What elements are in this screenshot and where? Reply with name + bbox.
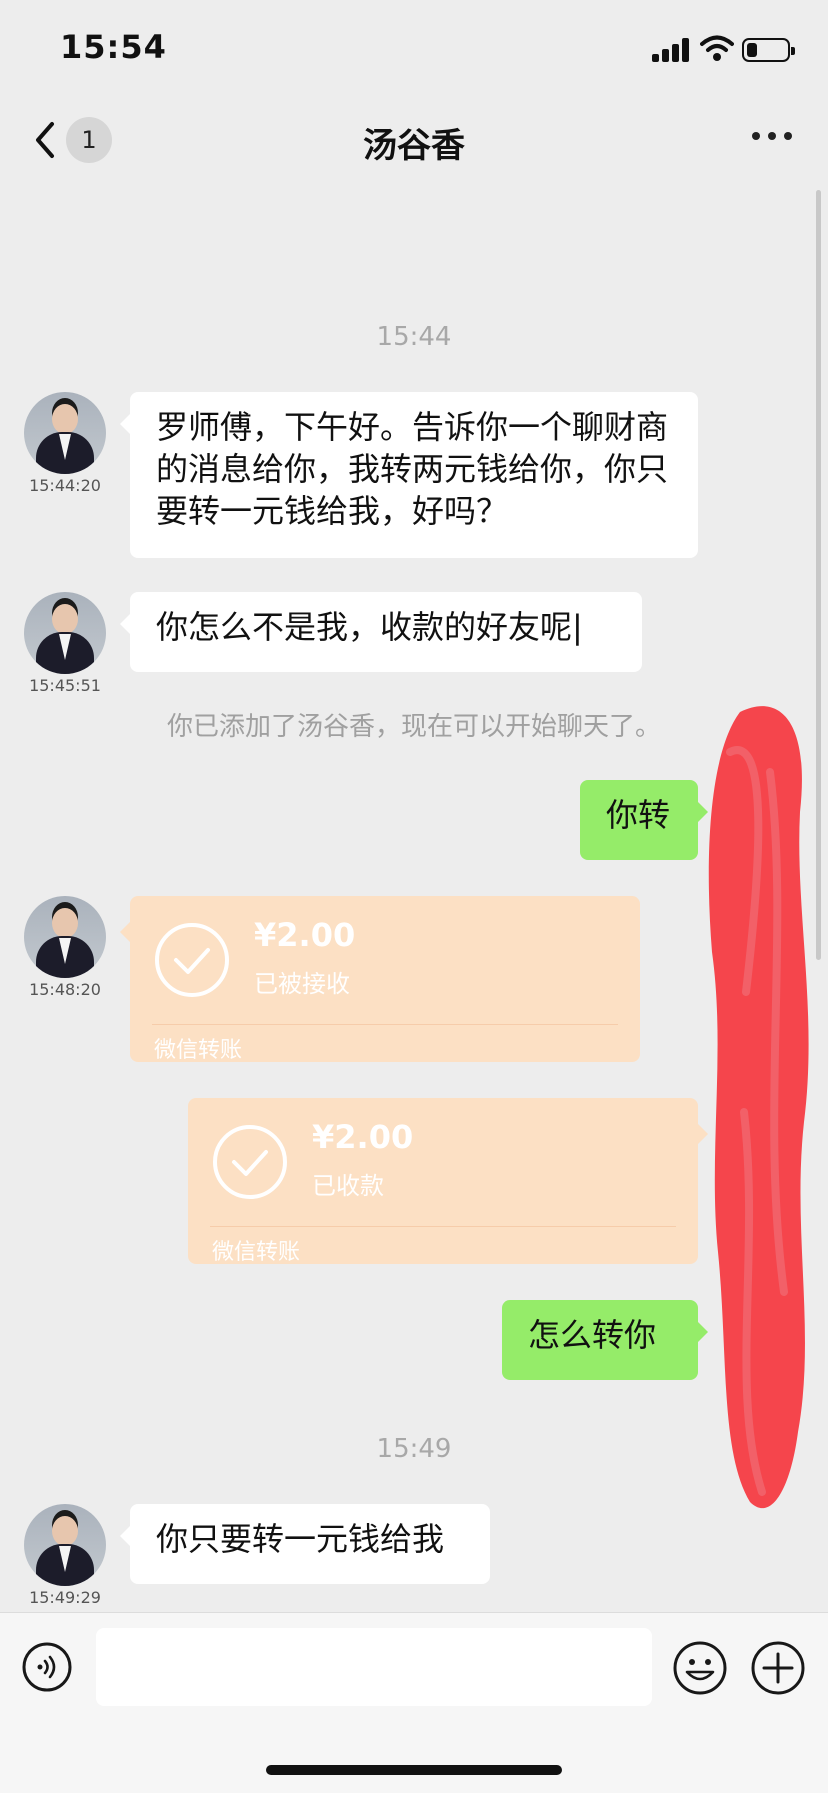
divider: [152, 1024, 618, 1025]
incoming-message-bubble[interactable]: 你怎么不是我，收款的好友呢|: [120, 592, 642, 672]
transfer-amount: ¥2.00: [312, 1118, 414, 1156]
voice-input-icon[interactable]: [22, 1642, 72, 1692]
incoming-message-bubble[interactable]: 罗师傅，下午好。告诉你一个聊财商的消息给你，我转两元钱给你，你只要转一元钱给我，…: [120, 392, 698, 558]
transfer-amount: ¥2.00: [254, 916, 356, 954]
divider: [210, 1226, 676, 1227]
contact-avatar[interactable]: [24, 392, 106, 474]
redaction-scribble: [708, 706, 809, 1509]
cellular-signal-icon: [652, 38, 690, 62]
wifi-icon: [700, 35, 734, 61]
transfer-card-outgoing[interactable]: ¥2.00 已收款 微信转账: [188, 1098, 708, 1265]
message-timestamp: 15:45:51: [29, 676, 101, 695]
battery-icon: [742, 38, 795, 62]
status-time: 15:54: [60, 28, 167, 66]
outgoing-message-bubble[interactable]: 怎么转你: [502, 1300, 708, 1380]
emoji-icon[interactable]: [672, 1640, 728, 1696]
transfer-footer: 微信转账: [154, 1038, 243, 1063]
transfer-status: 已收款: [312, 1172, 384, 1200]
contact-avatar[interactable]: [24, 1504, 106, 1586]
more-options-icon[interactable]: [752, 132, 792, 144]
contact-avatar[interactable]: [24, 592, 106, 674]
message-timestamp: 15:49:29: [29, 1588, 101, 1607]
check-circle-icon: [155, 923, 229, 997]
home-indicator: [266, 1765, 562, 1775]
message-timestamp: 15:48:20: [29, 980, 101, 999]
check-circle-icon: [213, 1125, 287, 1199]
transfer-card-incoming[interactable]: ¥2.00 已被接收 微信转账: [120, 896, 640, 1063]
message-input[interactable]: [96, 1628, 652, 1706]
transfer-footer: 微信转账: [212, 1240, 301, 1265]
plus-icon[interactable]: [750, 1640, 806, 1696]
incoming-message-bubble[interactable]: 你只要转一元钱给我: [120, 1504, 490, 1584]
outgoing-message-bubble[interactable]: 你转: [580, 780, 708, 860]
time-separator: 15:44: [376, 322, 452, 352]
chat-title: 汤谷香: [363, 126, 465, 166]
message-timestamp: 15:44:20: [29, 476, 101, 495]
contact-avatar[interactable]: [24, 896, 106, 978]
transfer-status: 已被接收: [254, 970, 350, 998]
